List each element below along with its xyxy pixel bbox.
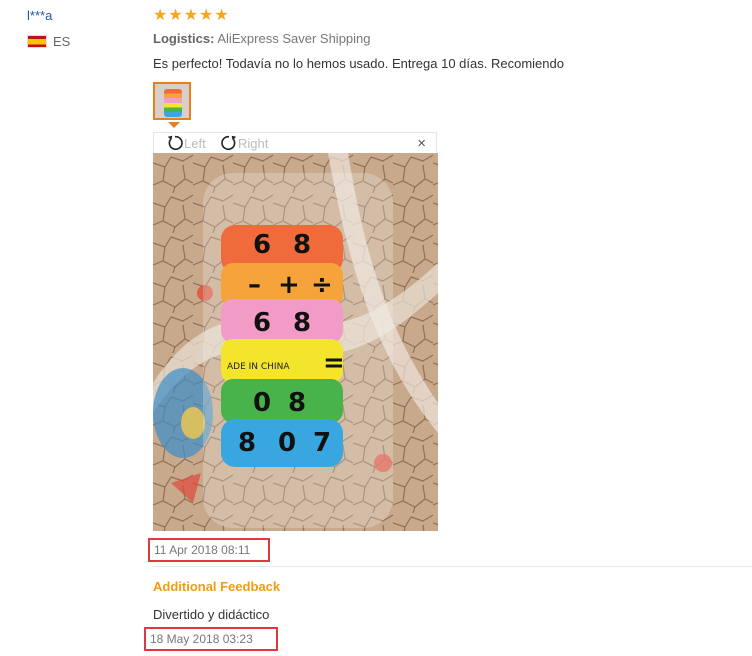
additional-feedback-title: Additional Feedback	[153, 579, 281, 594]
review-date: 11 Apr 2018 08:11	[148, 538, 270, 562]
star-icon: ★	[168, 7, 183, 24]
svg-text:6: 6	[253, 230, 271, 260]
rotate-left-button[interactable]: Left	[166, 134, 206, 152]
rotate-right-icon	[221, 135, 237, 151]
review-text: Es perfecto! Todavía no lo hemos usado. …	[153, 56, 564, 71]
image-viewer-toolbar: Left Right ×	[153, 132, 437, 154]
svg-text:6: 6	[253, 308, 271, 338]
svg-text:+: +	[278, 270, 300, 300]
svg-text:0: 0	[278, 428, 296, 458]
additional-feedback-text: Divertido y didáctico	[153, 607, 270, 622]
svg-text:8: 8	[293, 308, 311, 338]
svg-text:÷: ÷	[311, 270, 333, 300]
svg-text:=: =	[323, 348, 345, 378]
thumbnail-pointer	[168, 122, 180, 128]
thumbnail-image	[164, 89, 182, 117]
divider	[153, 566, 752, 567]
svg-text:8: 8	[238, 428, 256, 458]
logistics-info: Logistics: AliExpress Saver Shipping	[153, 31, 371, 46]
logistics-value: AliExpress Saver Shipping	[217, 31, 371, 46]
reviewer-name[interactable]: l***a	[27, 8, 52, 23]
reviewer-country: ES	[27, 34, 70, 49]
rotate-left-icon	[167, 135, 183, 151]
svg-text:–: –	[248, 270, 261, 300]
logistics-label: Logistics:	[153, 31, 215, 46]
star-icon: ★	[183, 7, 199, 24]
rotate-left-label: Left	[184, 135, 206, 151]
star-icon: ★	[153, 7, 168, 24]
review-photo: 68 – + ÷ 68 = 08 807 ADE IN CHINA	[153, 153, 438, 531]
rotate-right-label: Right	[238, 135, 269, 151]
svg-text:0: 0	[253, 388, 271, 418]
star-icon: ★	[214, 7, 229, 24]
svg-text:7: 7	[313, 428, 331, 458]
photo-label: ADE IN CHINA	[227, 362, 290, 372]
svg-text:8: 8	[288, 388, 306, 418]
close-viewer-button[interactable]: ×	[417, 135, 426, 152]
review-photo-thumbnail[interactable]	[153, 82, 191, 120]
country-code: ES	[53, 34, 71, 49]
star-icon: ★	[199, 7, 214, 24]
spain-flag-icon	[27, 35, 47, 48]
review-photo-image: 68 – + ÷ 68 = 08 807 ADE IN CHINA	[153, 153, 438, 531]
additional-feedback-date: 18 May 2018 03:23	[144, 627, 278, 651]
svg-text:8: 8	[293, 230, 311, 260]
rotate-right-button[interactable]: Right	[220, 134, 268, 152]
rating-stars: ★ ★ ★ ★ ★	[153, 6, 229, 26]
